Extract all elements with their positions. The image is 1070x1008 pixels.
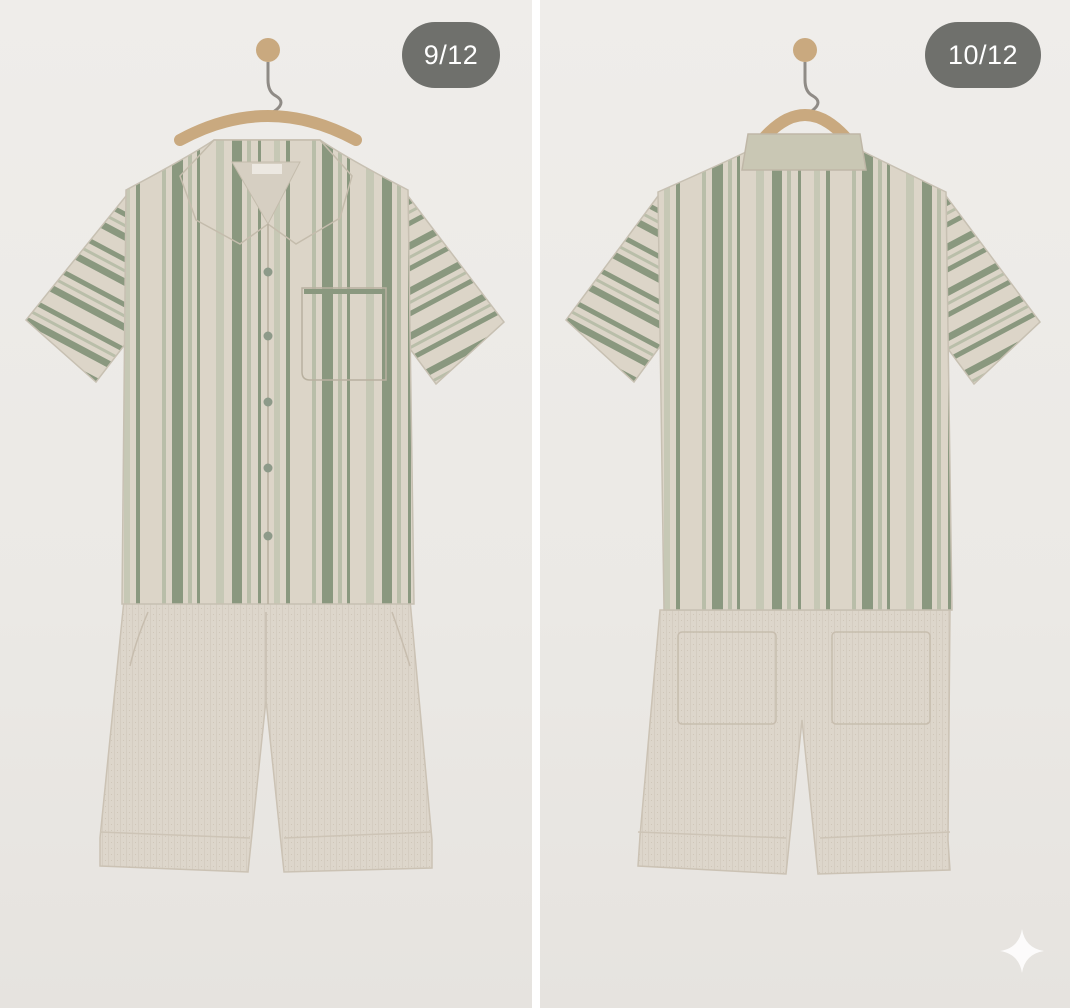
striped-shirt-and-shorts-front-photo <box>24 38 506 873</box>
gallery-image-front[interactable]: 9/12 <box>0 0 532 1008</box>
hanger-knob <box>793 38 817 62</box>
hanger-knob <box>256 38 280 62</box>
image-counter-badge: 9/12 <box>402 22 500 88</box>
sparkle-icon <box>1000 929 1044 973</box>
image-counter-badge: 10/12 <box>925 22 1041 88</box>
gallery-image-back[interactable]: 10/12 <box>540 0 1070 1008</box>
striped-shirt-and-shorts-back-photo <box>564 38 1042 875</box>
